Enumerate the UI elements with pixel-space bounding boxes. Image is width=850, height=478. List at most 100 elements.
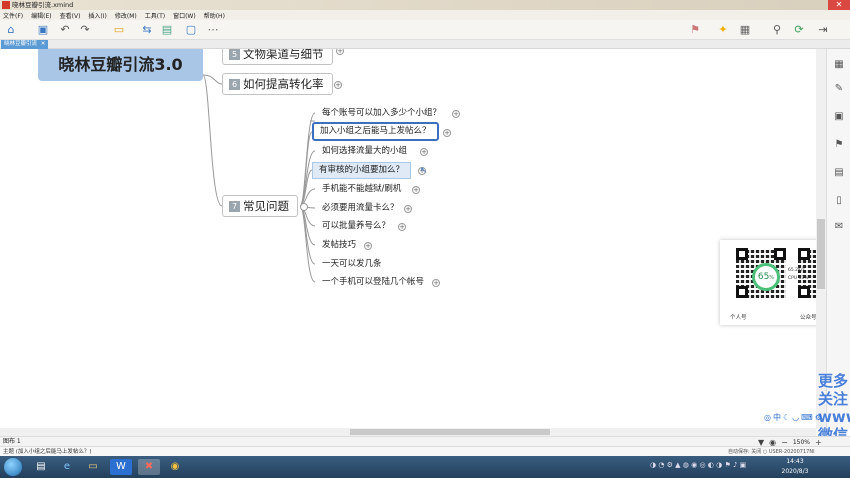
tab-document[interactable]: 晓林豆瓣引流 ✕ [1, 40, 48, 49]
subtopic-1[interactable]: 每个账号可以加入多少个小组？ [322, 107, 441, 120]
ime-logo-icon[interactable]: ◎ [764, 413, 771, 422]
topic-label: 如何提高转化率 [243, 77, 324, 91]
expand-icon[interactable]: + [336, 49, 344, 55]
watermark-line: 关注 [818, 390, 849, 408]
idea-bulb-icon[interactable]: ✦ [716, 23, 730, 37]
menu-insert[interactable]: 插入(I) [88, 11, 106, 20]
subtopic-6[interactable]: 必须要用流量卡么？ [322, 202, 399, 215]
menu-bar: 文件(F) 编辑(E) 查看(V) 插入(I) 修改(M) 工具(T) 窗口(W… [0, 10, 850, 20]
taskbar-chrome-icon[interactable]: ◉ [164, 459, 186, 475]
sheet-bar: 图布 1 ▼ ◉ − 150% + [0, 436, 850, 447]
menu-help[interactable]: 帮助(H) [204, 11, 225, 20]
collapse-icon[interactable] [300, 203, 308, 211]
presentation-icon[interactable]: ▦ [738, 23, 752, 37]
redo-icon[interactable]: ↷ [78, 23, 92, 37]
window-title: 晓林豆瓣引流.xmind [12, 1, 74, 9]
watermark-line: 更多 [818, 372, 849, 390]
ime-punct-icon[interactable]: ◡ [792, 413, 799, 422]
subtopic-3[interactable]: 如何选择流量大的小组 [322, 145, 407, 158]
central-topic[interactable]: 晓林豆瓣引流3.0 [38, 49, 203, 81]
marker-flag-icon[interactable]: ⚑ [833, 139, 845, 151]
taskbar-xmind-icon[interactable]: ✖ [138, 459, 160, 475]
menu-tools[interactable]: 工具(T) [145, 11, 165, 20]
menu-modify[interactable]: 修改(M) [115, 11, 137, 20]
taskbar-clock[interactable]: 14:43 2020/8/3 [770, 457, 820, 477]
export-icon[interactable]: ⇥ [816, 23, 830, 37]
style-brush-icon[interactable]: ✎ [833, 83, 845, 95]
window-close-button[interactable]: ✕ [828, 0, 850, 10]
image-panel-icon[interactable]: ▣ [833, 111, 845, 123]
horizontal-scrollbar[interactable] [0, 428, 816, 436]
performance-gauge: 65% [752, 263, 780, 291]
ime-moon-icon[interactable]: ☾ [783, 413, 790, 422]
menu-view[interactable]: 查看(V) [60, 11, 81, 20]
notes-icon[interactable]: ▤ [833, 167, 845, 179]
ime-chinese-icon[interactable]: 中 [773, 412, 781, 423]
boundary-icon[interactable]: ▢ [184, 23, 198, 37]
expand-icon[interactable]: + [452, 110, 460, 118]
menu-edit[interactable]: 编辑(E) [31, 11, 51, 20]
tab-close-icon[interactable]: ✕ [41, 41, 46, 47]
subtopic-10[interactable]: 一个手机可以登陆几个帐号 [322, 276, 424, 289]
clock-date: 2020/8/3 [781, 468, 809, 475]
ime-keyboard-icon[interactable]: ⌨ [801, 413, 813, 422]
network-speed: 65.2K/s [788, 268, 805, 273]
mindmap-canvas[interactable]: 晓林豆瓣引流3.0 5 文物渠道与细节 + 6 如何提高转化率 + 7 常见问题 每个… [0, 49, 826, 429]
topic-number-badge: 5 [229, 49, 240, 60]
ime-settings-icon[interactable]: ⚙ [815, 413, 822, 422]
subtopic-4-hover[interactable]: 有审核的小组要加么？ [312, 162, 412, 179]
connector-lines [202, 74, 316, 283]
expand-icon[interactable]: + [420, 148, 428, 156]
expand-icon[interactable]: + [364, 242, 372, 250]
taskbar-ie-icon[interactable]: e [56, 459, 78, 475]
subtopic-5[interactable]: 手机能不能越狱/刷机 [322, 183, 401, 196]
topic-number-badge: 6 [229, 79, 240, 90]
official-account-label: 公众号 [800, 315, 817, 321]
title-bar: 晓林豆瓣引流.xmind ✕ [0, 0, 850, 10]
menu-file[interactable]: 文件(F) [3, 11, 23, 20]
system-tray-icons[interactable]: ◑ ◔ ⚙ ▲ ◍ ◉ ◎ ◐ ◑ ⚑ ♪ ▣ [650, 461, 746, 469]
relationship-icon[interactable]: ⇆ [140, 23, 154, 37]
comment-icon[interactable]: ✉ [833, 221, 845, 233]
taskbar-folder-icon[interactable]: ▭ [82, 459, 104, 475]
expand-icon[interactable]: + [443, 129, 451, 137]
home-icon[interactable]: ⌂ [4, 23, 18, 37]
gauge-unit: % [769, 275, 775, 281]
personal-account-label: 个人号 [730, 315, 747, 321]
share-icon[interactable]: ⟳ [792, 23, 806, 37]
subtopic-2-selected[interactable]: 加入小组之后能马上发帖么？ [312, 122, 439, 141]
expand-icon[interactable]: + [334, 81, 342, 89]
mouse-cursor-icon: ↖ [420, 166, 428, 176]
subtopic-9[interactable]: 一天可以发几条 [322, 258, 382, 271]
topic-6[interactable]: 6 如何提高转化率 [222, 73, 333, 95]
menu-window[interactable]: 窗口(W) [173, 11, 196, 20]
expand-icon[interactable]: + [432, 279, 440, 287]
topic-label: 常见问题 [243, 199, 289, 213]
image-icon[interactable]: ▤ [160, 23, 174, 37]
expand-icon[interactable]: + [412, 186, 420, 194]
undo-icon[interactable]: ↶ [58, 23, 72, 37]
taskbar-explorer-icon[interactable]: ▤ [30, 459, 52, 475]
format-panel-icon[interactable]: ▦ [833, 59, 845, 71]
topic-label: 文物渠道与细节 [243, 49, 324, 61]
windows-taskbar: ▤ e ▭ W ✖ ◉ ◑ ◔ ⚙ ▲ ◍ ◉ ◎ ◐ ◑ ⚑ ♪ ▣ 14:4… [0, 456, 850, 478]
expand-icon[interactable]: + [404, 205, 412, 213]
tab-bar: 晓林豆瓣引流 ✕ [0, 40, 850, 49]
horizontal-scroll-thumb[interactable] [350, 429, 550, 435]
expand-icon[interactable]: + [398, 223, 406, 231]
gauge-value: 65 [757, 272, 770, 282]
topic-icon[interactable]: ▭ [112, 23, 126, 37]
save-icon[interactable]: ▣ [36, 23, 50, 37]
subtopic-7[interactable]: 可以批量养号么？ [322, 220, 390, 233]
topic-7[interactable]: 7 常见问题 [222, 195, 298, 217]
taskbar-word-icon[interactable]: W [110, 459, 132, 475]
topic-5-partial[interactable]: 5 文物渠道与细节 [222, 49, 333, 65]
document-icon[interactable]: ▯ [833, 195, 845, 207]
marker-icon[interactable]: ⚑ [688, 23, 702, 37]
more-icon[interactable]: ⋯ [206, 23, 220, 37]
search-icon[interactable]: ⚲ [770, 23, 784, 37]
zoom-level: 150% [792, 438, 810, 446]
vertical-scroll-thumb[interactable] [817, 219, 825, 289]
subtopic-8[interactable]: 发帖技巧 [322, 239, 356, 252]
start-button[interactable] [4, 458, 22, 476]
